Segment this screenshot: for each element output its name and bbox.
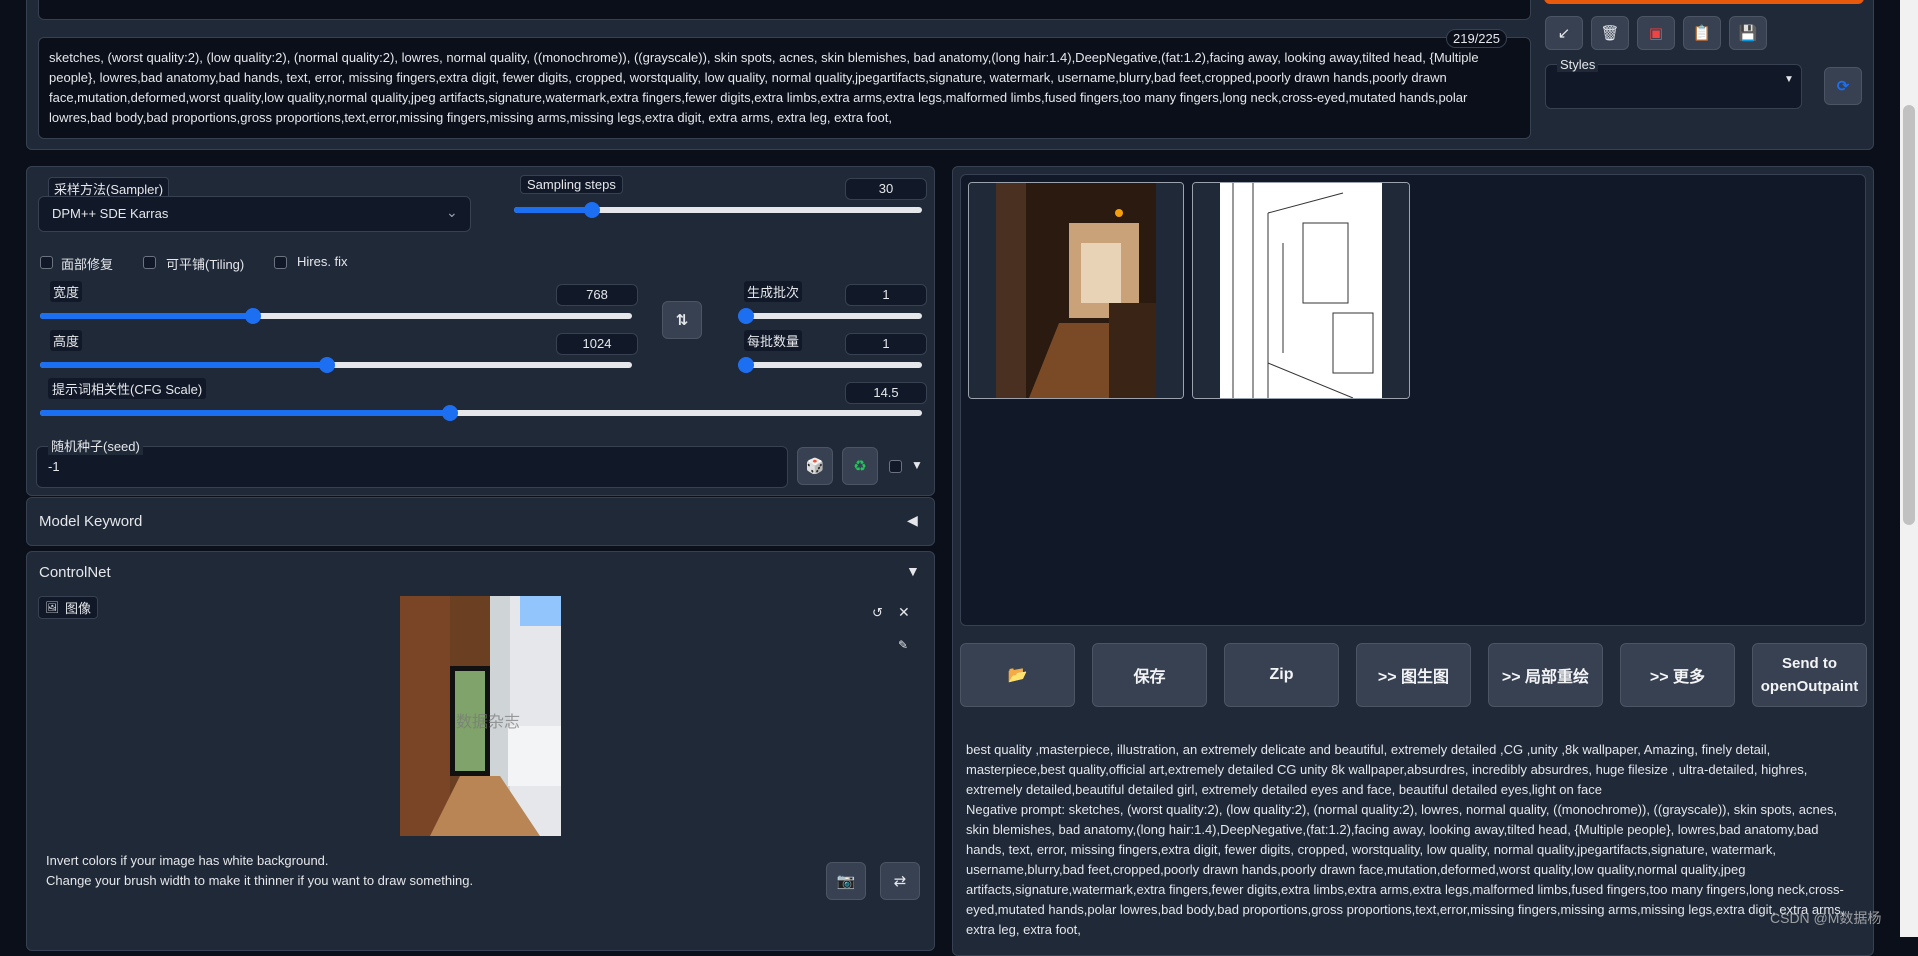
controlnet-hint-1: Invert colors if your image has white ba… — [46, 853, 329, 868]
negative-prompt-text: sketches, (worst quality:2), (low qualit… — [49, 50, 1479, 125]
styles-label: Styles — [1557, 57, 1599, 72]
token-counter: 219/225 — [1446, 29, 1507, 48]
batch-count-slider[interactable] — [738, 308, 922, 324]
width-label: 宽度 — [50, 281, 83, 302]
cfg-scale-slider[interactable] — [40, 405, 922, 421]
restore-faces-label: 面部修复 — [61, 257, 114, 272]
seed-value: -1 — [48, 459, 60, 474]
seed-label: 随机种子(seed) — [48, 436, 143, 455]
image-icon: 🖼 — [45, 602, 59, 614]
gallery-thumb-2[interactable] — [1192, 182, 1410, 399]
clipboard-icon[interactable]: 📋 — [1683, 16, 1721, 50]
sampling-steps-input[interactable]: 30 — [845, 178, 927, 200]
sampler-value: DPM++ SDE Karras — [52, 206, 169, 221]
collapse-arrow-icon[interactable]: ◀ — [907, 512, 918, 529]
brush-icon[interactable]: ✎ — [898, 638, 908, 652]
gallery-thumb-1[interactable] — [968, 182, 1184, 399]
tiling-label: 可平铺(Tiling) — [166, 257, 245, 272]
model-keyword-accordion[interactable] — [26, 497, 935, 546]
send-to-img2img-button[interactable]: >> 图生图 — [1356, 643, 1471, 707]
cfg-scale-label: 提示词相关性(CFG Scale) — [48, 378, 207, 399]
sampling-steps-label: Sampling steps — [520, 175, 623, 194]
controlnet-hint-2: Change your brush width to make it thinn… — [46, 873, 474, 888]
model-keyword-label: Model Keyword — [39, 513, 143, 530]
save-button[interactable]: 保存 — [1092, 643, 1207, 707]
red-card-icon[interactable]: ▣ — [1637, 16, 1675, 50]
generation-info-positive: best quality ,masterpiece, illustration,… — [966, 742, 1808, 797]
batch-size-input[interactable]: 1 — [845, 333, 927, 355]
dice-icon[interactable]: 🎲 — [797, 447, 833, 485]
render-image — [969, 183, 1183, 398]
expand-arrow-icon[interactable]: ▼ — [906, 563, 920, 579]
width-input[interactable]: 768 — [556, 284, 638, 306]
open-folder-button[interactable]: 📂 — [960, 643, 1075, 707]
page-scrollbar[interactable] — [1900, 0, 1918, 937]
batch-size-label: 每批数量 — [744, 330, 803, 351]
chevron-down-icon: ⌄ — [446, 204, 458, 220]
batch-count-input[interactable]: 1 — [845, 284, 927, 306]
send-to-inpaint-button[interactable]: >> 局部重绘 — [1488, 643, 1603, 707]
refresh-styles-button[interactable]: ⟳ — [1824, 67, 1862, 105]
controlnet-watermark: 数据杂志 — [456, 714, 521, 731]
save-icon[interactable]: 💾 — [1729, 16, 1767, 50]
swap-dimensions-button[interactable]: ⇅ — [662, 301, 702, 339]
seed-field[interactable] — [36, 446, 788, 488]
batch-count-label: 生成批次 — [744, 281, 803, 302]
sampling-steps-slider[interactable] — [514, 202, 922, 218]
chevron-down-icon: ▼ — [1784, 74, 1794, 85]
extra-seed-toggle-icon[interactable]: ▼ — [911, 458, 923, 472]
image-tab[interactable]: 🖼 图像 — [38, 596, 98, 619]
send-to-extras-button[interactable]: >> 更多 — [1620, 643, 1735, 707]
pencil-icon[interactable]: ↙ — [1545, 16, 1583, 50]
swap-icon[interactable]: ⇄ — [880, 862, 920, 900]
generate-button[interactable] — [1544, 0, 1864, 4]
corner-watermark: CSDN @M数据杨 — [1770, 910, 1882, 926]
image-tab-label: 图像 — [64, 601, 91, 616]
cfg-scale-input[interactable]: 14.5 — [845, 382, 927, 404]
folder-icon: 📂 — [1007, 667, 1028, 684]
controlnet-label: ControlNet — [39, 564, 111, 581]
trash-icon[interactable]: 🗑 — [1591, 16, 1629, 50]
batch-size-slider[interactable] — [738, 357, 922, 373]
height-slider[interactable] — [40, 357, 632, 373]
extra-seed-checkbox[interactable] — [889, 460, 902, 473]
generation-info-negative: Negative prompt: sketches, (worst qualit… — [966, 802, 1845, 937]
width-slider[interactable] — [40, 308, 632, 324]
hires-fix-label: Hires. fix — [297, 254, 348, 269]
restore-faces-checkbox[interactable] — [40, 256, 53, 269]
undo-icon[interactable]: ↺ — [872, 605, 883, 621]
send-to-outpaint-button[interactable]: Send to openOutpaint — [1752, 643, 1867, 707]
height-input[interactable]: 1024 — [556, 333, 638, 355]
lineart-image — [1193, 183, 1409, 398]
camera-icon[interactable]: 📷 — [826, 862, 866, 900]
positive-prompt-box[interactable] — [38, 0, 1531, 20]
hires-fix-checkbox[interactable] — [274, 256, 287, 269]
generation-info: best quality ,masterpiece, illustration,… — [966, 740, 1856, 940]
zip-button[interactable]: Zip — [1224, 643, 1339, 707]
height-label: 高度 — [50, 330, 83, 351]
recycle-icon[interactable]: ♻ — [842, 447, 878, 485]
tiling-checkbox[interactable] — [143, 256, 156, 269]
scrollbar-thumb[interactable] — [1903, 105, 1915, 525]
close-icon[interactable]: ✕ — [898, 604, 910, 621]
